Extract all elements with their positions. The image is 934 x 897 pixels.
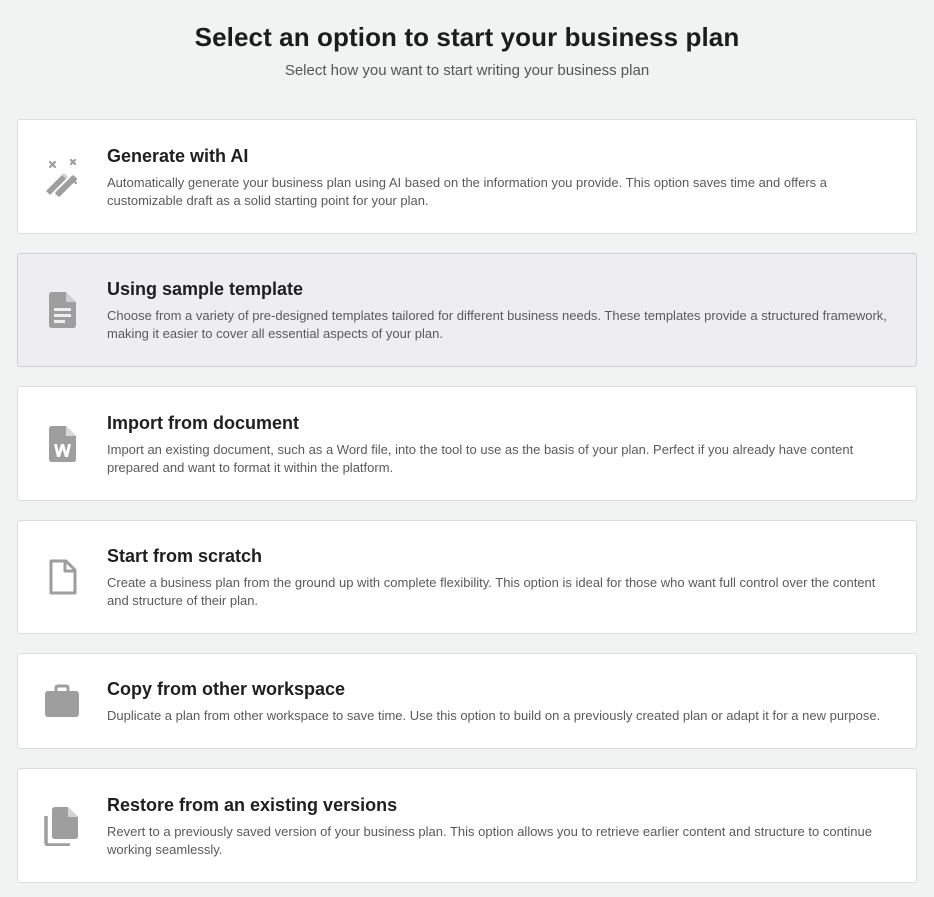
- option-title: Using sample template: [107, 279, 304, 299]
- option-title: Generate with AI: [107, 146, 249, 166]
- option-title: Copy from other workspace: [107, 679, 346, 699]
- option-description: Revert to a previously saved version of …: [107, 824, 873, 857]
- briefcase-icon: [42, 682, 82, 722]
- blank-file-icon: [42, 557, 82, 597]
- option-description: Duplicate a plan from other workspace to…: [107, 708, 881, 723]
- option-description: Import an existing document, such as a W…: [107, 442, 854, 475]
- file-copy-icon: [42, 806, 82, 846]
- page-subtitle: Select how you want to start writing you…: [284, 62, 650, 79]
- page-title: Select an option to start your business …: [194, 22, 740, 52]
- option-generate-with-ai[interactable]: Generate with AI Automatically generate …: [17, 119, 917, 234]
- option-using-sample-template[interactable]: Using sample template Choose from a vari…: [17, 253, 917, 367]
- option-description: Create a business plan from the ground u…: [107, 575, 876, 608]
- word-file-icon: [42, 424, 82, 464]
- page-header: Select an option to start your business …: [0, 0, 934, 80]
- option-import-from-document[interactable]: Import from document Import an existing …: [17, 386, 917, 501]
- option-copy-from-other-workspace[interactable]: Copy from other workspace Duplicate a pl…: [17, 653, 917, 749]
- option-title: Restore from an existing versions: [107, 795, 398, 815]
- option-title: Import from document: [107, 413, 299, 433]
- option-restore-from-existing-versions[interactable]: Restore from an existing versions Revert…: [17, 768, 917, 883]
- magic-wand-icon: [42, 157, 82, 197]
- option-start-from-scratch[interactable]: Start from scratch Create a business pla…: [17, 520, 917, 634]
- option-description: Automatically generate your business pla…: [107, 175, 828, 208]
- document-text-icon: [42, 290, 82, 330]
- option-title: Start from scratch: [107, 546, 263, 566]
- option-description: Choose from a variety of pre-designed te…: [107, 308, 887, 341]
